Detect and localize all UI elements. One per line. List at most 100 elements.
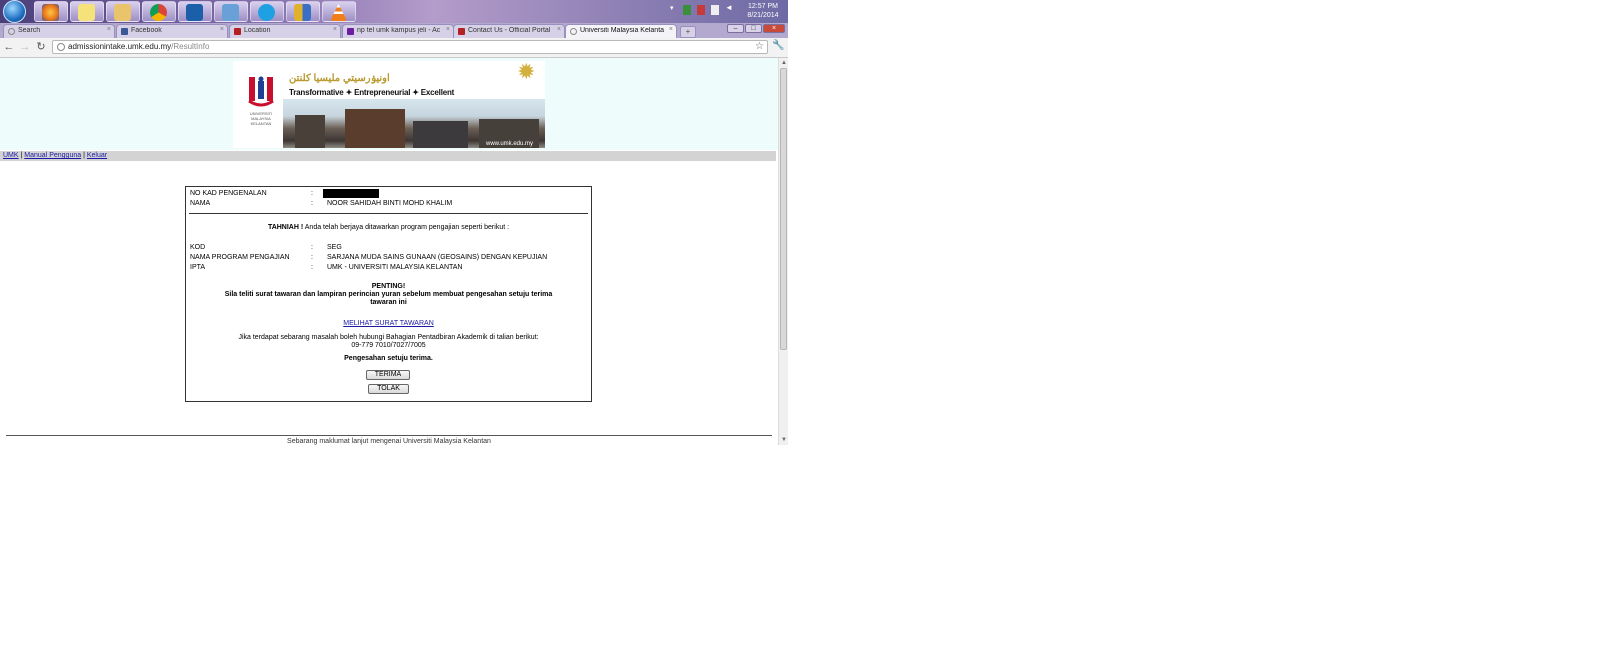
view-offer-letter-link[interactable]: MELIHAT SURAT TAWARAN (343, 320, 434, 327)
close-window-button[interactable]: × (763, 24, 785, 33)
offer-link-wrap: MELIHAT SURAT TAWARAN (186, 320, 591, 327)
chrome-icon (150, 4, 167, 21)
yahoo-icon (347, 28, 354, 35)
program-label: NAMA PROGRAM PENGAJIAN (190, 254, 290, 261)
security-alert-icon[interactable] (697, 5, 705, 15)
scroll-up-icon[interactable]: ▲ (780, 59, 788, 67)
tab-contact-us[interactable]: Contact Us - Official Portal × (453, 24, 565, 38)
umk-favicon-icon (234, 28, 241, 35)
desktop-screen: ▾ ◄ 12:57 PM 8/21/2014 Search × Facebook… (0, 0, 788, 445)
taskbar-clock[interactable]: 12:57 PM 8/21/2014 (740, 2, 786, 20)
taskbar-sticky-notes[interactable] (70, 1, 104, 22)
page-info-icon[interactable] (57, 43, 65, 51)
taskbar-firefox[interactable] (34, 1, 68, 22)
taskbar-vlc[interactable] (322, 1, 356, 22)
tab-facebook[interactable]: Facebook × (116, 24, 228, 38)
file-explorer-icon (114, 4, 131, 21)
logo-caption-line: KELANTAN (250, 121, 272, 126)
taskbar-security[interactable] (286, 1, 320, 22)
banner-tagline: Transformative ✦ Entrepreneurial ✦ Excel… (289, 88, 455, 97)
colon: : (311, 264, 313, 271)
name-value: NOOR SAHIDAH BINTI MOHD KHALIM (327, 200, 453, 207)
umk-favicon-icon (458, 28, 465, 35)
battery-icon[interactable] (711, 5, 719, 15)
tab-label: Location (244, 27, 271, 34)
close-icon[interactable]: × (333, 26, 337, 33)
address-bar[interactable]: admissionintake.umk.edu.my/ResultInfo ☆ (52, 40, 768, 54)
name-row: NAMA : NOOR SAHIDAH BINTI MOHD KHALIM (190, 199, 590, 208)
banner-website: www.umk.edu.my (485, 141, 533, 147)
colon: : (311, 200, 313, 207)
address-url: admissionintake.umk.edu.my/ResultInfo (68, 42, 209, 51)
shield-icon (294, 4, 311, 21)
tray-expand-icon[interactable]: ▾ (670, 4, 678, 14)
code-row: KOD : SEG (190, 243, 590, 252)
footer-text: Sebarang maklumat lanjut mengenai Univer… (287, 438, 491, 445)
taskbar-skype[interactable] (250, 1, 284, 22)
header-band: UNIVERSITI MALAYSIA KELANTAN اونيۏرسيتي … (0, 58, 778, 150)
close-icon[interactable]: × (557, 26, 561, 33)
clock-time: 12:57 PM (748, 3, 778, 10)
forward-button[interactable]: → (19, 41, 31, 53)
tab-label: Facebook (131, 27, 162, 34)
taskbar-celcom[interactable] (178, 1, 212, 22)
colon: : (311, 244, 313, 251)
footer-divider (6, 435, 772, 436)
taskbar-file-explorer[interactable] (106, 1, 140, 22)
campus-building (413, 121, 468, 148)
code-value: SEG (327, 244, 342, 251)
tab-yahoo-answers[interactable]: np tel umk kampus jeli - Ac × (342, 24, 454, 38)
minimize-button[interactable]: – (727, 24, 744, 33)
confirm-label: Pengesahan setuju terima. (344, 355, 433, 362)
windows-update-icon (222, 4, 239, 21)
close-icon[interactable]: × (107, 26, 111, 33)
start-button[interactable] (3, 0, 26, 23)
bookmark-star-icon[interactable]: ☆ (755, 41, 764, 52)
new-tab-button[interactable]: + (680, 26, 696, 38)
campus-building (295, 115, 325, 148)
tab-label: np tel umk kampus jeli - Ac (357, 27, 441, 34)
celcom-icon (186, 4, 203, 21)
nav-link-logout[interactable]: Keluar (87, 152, 107, 159)
scroll-thumb[interactable] (780, 68, 787, 350)
logo-caption: UNIVERSITI MALAYSIA KELANTAN (239, 111, 283, 126)
page-viewport: UNIVERSITI MALAYSIA KELANTAN اونيۏرسيتي … (0, 58, 778, 445)
ic-row: NO KAD PENGENALAN : (190, 189, 590, 198)
reload-button[interactable]: ↻ (35, 41, 47, 53)
site-nav-bar: UMK | Manual Pengguna | Keluar (0, 151, 776, 161)
close-icon[interactable]: × (669, 26, 673, 33)
wrench-menu-icon[interactable]: 🔧 (772, 40, 784, 51)
offer-result-panel: NO KAD PENGENALAN : NAMA : NOOR SAHIDAH … (185, 186, 592, 402)
taskbar-chrome[interactable] (142, 1, 176, 22)
ipta-value: UMK - UNIVERSITI MALAYSIA KELANTAN (327, 264, 463, 271)
congrats-message: TAHNIAH ! Anda telah berjaya ditawarkan … (186, 224, 591, 231)
scroll-down-icon[interactable]: ▼ (780, 436, 788, 444)
nav-link-manual[interactable]: Manual Pengguna (24, 152, 81, 159)
vertical-scrollbar[interactable]: ▲ ▼ (778, 58, 788, 445)
nav-separator: | (20, 152, 23, 159)
tab-umk-active[interactable]: Universiti Malaysia Kelantan × (565, 24, 677, 38)
reject-button[interactable]: TOLAK (368, 384, 409, 394)
important-line: Sila teliti surat tawaran dan lampiran p… (224, 291, 553, 298)
program-row: NAMA PROGRAM PENGAJIAN : SARJANA MUDA SA… (190, 253, 590, 262)
contact-phone: 09-779 7010/7027/7005 (351, 342, 426, 349)
tab-location[interactable]: Location × (229, 24, 341, 38)
back-button[interactable]: ← (3, 41, 15, 53)
important-line: tawaran ini (370, 299, 407, 306)
taskbar-windows-update[interactable] (214, 1, 248, 22)
volume-icon[interactable]: ◄ (725, 3, 733, 13)
nav-link-umk[interactable]: UMK (3, 152, 19, 159)
close-icon[interactable]: × (446, 26, 450, 33)
tab-label: Contact Us - Official Portal (468, 27, 551, 34)
important-title: PENTING! (371, 283, 406, 290)
banner-jawi-title: اونيۏرسيتي مليسيا كلنتن (289, 73, 390, 84)
search-favicon-icon (8, 28, 15, 35)
close-icon[interactable]: × (220, 26, 224, 33)
network-icon[interactable] (683, 5, 691, 15)
tab-search[interactable]: Search × (3, 24, 115, 38)
accept-button[interactable]: TERIMA (366, 370, 410, 380)
skype-icon (258, 4, 275, 21)
maximize-button[interactable]: □ (745, 24, 762, 33)
windows-taskbar: ▾ ◄ 12:57 PM 8/21/2014 (0, 0, 788, 23)
facebook-icon (121, 28, 128, 35)
